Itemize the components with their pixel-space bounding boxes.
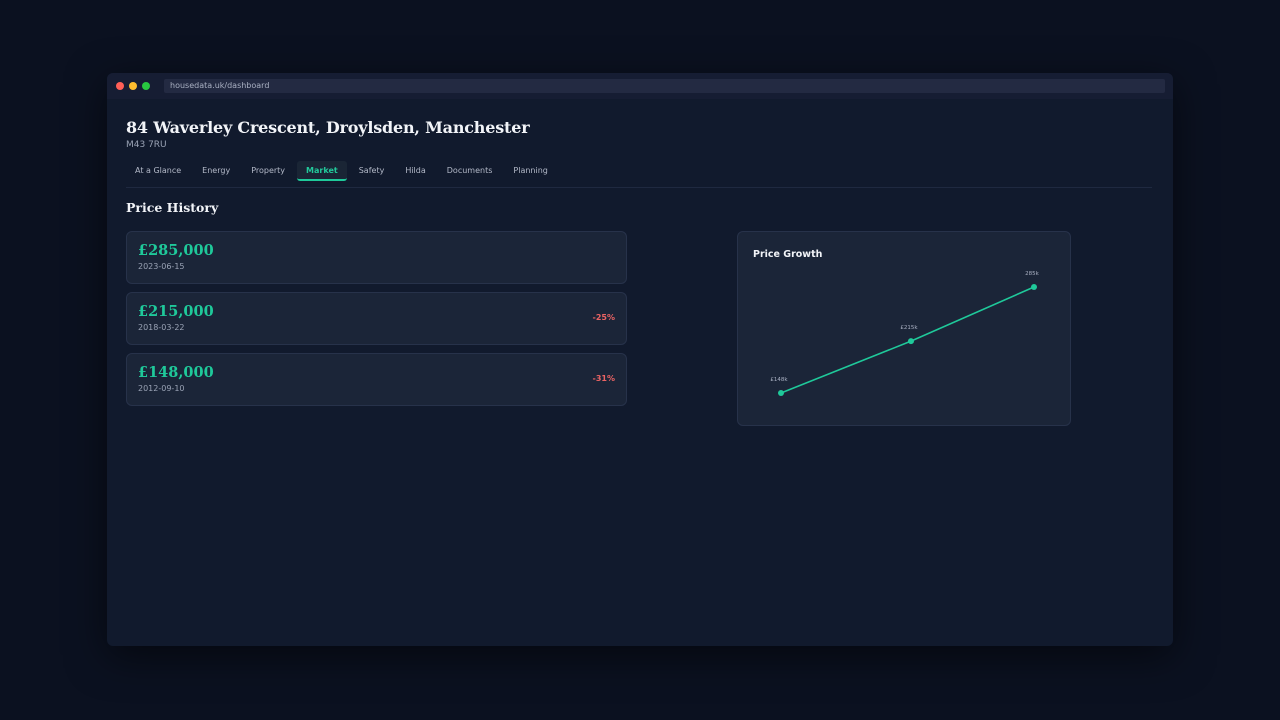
sale-date: 2012-09-10 bbox=[138, 384, 185, 393]
price-growth-chart: £148k £215k 285k bbox=[770, 271, 1040, 396]
tab-documents[interactable]: Documents bbox=[438, 161, 502, 181]
tab-at-a-glance[interactable]: At a Glance bbox=[126, 161, 190, 181]
sale-date: 2018-03-22 bbox=[138, 323, 185, 332]
data-point[interactable] bbox=[907, 338, 914, 345]
price-history-list: £285,000 2023-06-15 £215,000 2018-03-22 … bbox=[126, 231, 627, 414]
series-line bbox=[780, 286, 1035, 394]
property-postcode: M43 7RU bbox=[126, 140, 167, 150]
price-history-item: £215,000 2018-03-22 -25% bbox=[126, 292, 627, 345]
price-history-title: Price History bbox=[126, 200, 219, 215]
tab-hilda[interactable]: Hilda bbox=[396, 161, 434, 181]
price-history-item: £148,000 2012-09-10 -31% bbox=[126, 353, 627, 406]
tab-safety[interactable]: Safety bbox=[350, 161, 394, 181]
sale-price: £215,000 bbox=[138, 303, 214, 320]
minimize-window-button[interactable] bbox=[129, 82, 137, 90]
price-history-item: £285,000 2023-06-15 bbox=[126, 231, 627, 284]
data-label: 285k bbox=[1025, 271, 1039, 277]
price-change: -31% bbox=[592, 374, 615, 383]
sale-date: 2023-06-15 bbox=[138, 262, 185, 271]
chart-title: Price Growth bbox=[753, 249, 823, 260]
tab-market[interactable]: Market bbox=[297, 161, 347, 181]
maximize-window-button[interactable] bbox=[142, 82, 150, 90]
tab-divider bbox=[126, 187, 1152, 188]
sale-price: £148,000 bbox=[138, 364, 214, 381]
browser-window: housedata.uk/dashboard 84 Waverley Cresc… bbox=[107, 73, 1173, 646]
tab-energy[interactable]: Energy bbox=[193, 161, 239, 181]
data-point[interactable] bbox=[1031, 284, 1037, 290]
close-window-button[interactable] bbox=[116, 82, 124, 90]
dashboard-page: 84 Waverley Crescent, Droylsden, Manches… bbox=[126, 99, 1152, 646]
address-bar[interactable]: housedata.uk/dashboard bbox=[164, 79, 1165, 93]
price-growth-card: £148k £215k 285k Price Growth bbox=[737, 231, 1071, 426]
data-point[interactable] bbox=[778, 390, 784, 396]
tab-property[interactable]: Property bbox=[242, 161, 294, 181]
sale-price: £285,000 bbox=[138, 242, 214, 259]
title-bar: housedata.uk/dashboard bbox=[107, 73, 1173, 99]
data-label: £215k bbox=[900, 325, 918, 331]
tab-bar: At a Glance Energy Property Market Safet… bbox=[126, 161, 560, 183]
data-label: £148k bbox=[770, 377, 788, 383]
tab-planning[interactable]: Planning bbox=[504, 161, 556, 181]
price-change: -25% bbox=[592, 313, 615, 322]
property-address: 84 Waverley Crescent, Droylsden, Manches… bbox=[126, 118, 530, 137]
